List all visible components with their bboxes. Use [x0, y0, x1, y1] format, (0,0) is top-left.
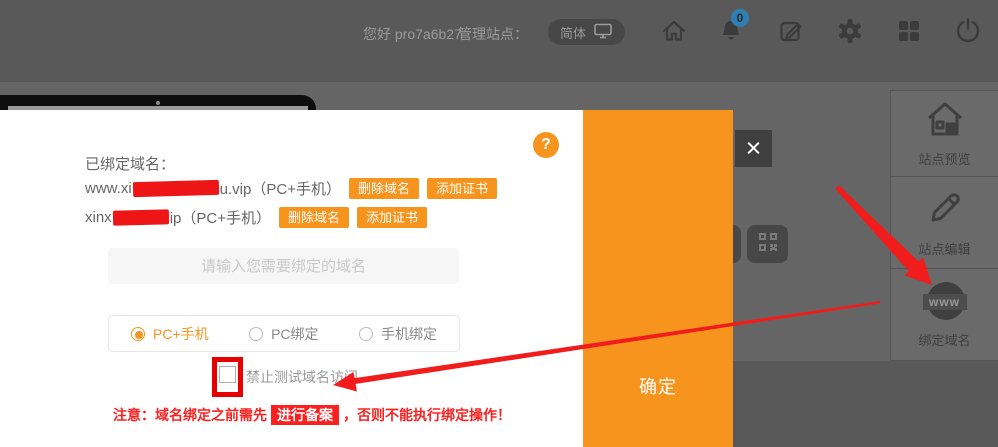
- domain-text-suffix: u.vip（PC+手机）: [220, 178, 341, 199]
- domain-text-prefix: www.xi: [85, 180, 132, 197]
- qr-code-icon: [758, 232, 778, 257]
- house-icon: [925, 100, 965, 143]
- domain-text-prefix: xinx: [85, 209, 112, 226]
- apps-grid-icon[interactable]: [895, 17, 923, 45]
- bound-domain-row: xinx ip（PC+手机） 删除域名 添加证书: [85, 207, 427, 228]
- power-logout-icon[interactable]: [954, 17, 982, 45]
- close-modal-button[interactable]: ×: [735, 130, 772, 167]
- sidebar-item-bind-domain[interactable]: www 绑定域名: [890, 269, 998, 361]
- language-switch-button[interactable]: 简体: [548, 19, 625, 45]
- note-text-after: ，否则不能执行绑定操作！: [343, 407, 511, 423]
- www-globe-icon: www: [923, 280, 967, 324]
- radio-mobile-bind[interactable]: 手机绑定: [359, 324, 437, 344]
- page: 您好 pro7a6b27 管理站点： 简体 0: [0, 0, 998, 447]
- sidebar-item-site-edit[interactable]: 站点编辑: [890, 177, 998, 269]
- notification-count-badge: 0: [731, 9, 749, 27]
- edit-icon[interactable]: [777, 17, 805, 45]
- radio-circle-icon: [249, 327, 263, 341]
- delete-domain-button[interactable]: 删除域名: [279, 207, 349, 228]
- note-text-before: 注意：域名绑定之前需先: [113, 407, 267, 423]
- radio-label: 手机绑定: [381, 324, 437, 344]
- close-icon: ×: [746, 135, 762, 162]
- sidebar-item-label: 绑定域名: [918, 330, 970, 349]
- background-lower-band: [733, 361, 998, 447]
- bind-mode-radio-group: PC+手机 PC绑定 手机绑定: [108, 315, 460, 352]
- domain-input[interactable]: [108, 248, 459, 284]
- pencil-icon: [925, 188, 965, 233]
- radio-label: PC+手机: [153, 324, 209, 344]
- right-sidebar: 站点预览 站点编辑 www 绑定域名: [890, 90, 998, 361]
- delete-domain-button[interactable]: 删除域名: [349, 178, 419, 199]
- settings-gear-icon[interactable]: [836, 17, 864, 45]
- bound-domains-label: 已绑定域名：: [85, 153, 175, 174]
- language-label: 简体: [560, 23, 586, 42]
- radio-pc-bind[interactable]: PC绑定: [249, 324, 318, 344]
- add-certificate-button[interactable]: 添加证书: [427, 178, 497, 199]
- forbid-test-domain-checkbox[interactable]: [219, 366, 236, 383]
- sidebar-item-site-preview[interactable]: 站点预览: [890, 90, 998, 177]
- icp-filing-note: 注意：域名绑定之前需先进行备案，否则不能执行绑定操作！: [113, 405, 511, 425]
- radio-label: PC绑定: [271, 324, 318, 344]
- sidebar-item-label: 站点预览: [918, 149, 970, 168]
- radio-pc-and-mobile[interactable]: PC+手机: [131, 324, 209, 344]
- forbid-test-domain-label: 禁止测试域名访问: [246, 367, 358, 387]
- help-icon[interactable]: ?: [533, 132, 559, 158]
- user-greeting: 您好 pro7a6b27: [363, 24, 462, 44]
- confirm-button[interactable]: 确定: [583, 110, 733, 447]
- bound-domain-row: www.xi u.vip（PC+手机） 删除域名 添加证书: [85, 178, 497, 199]
- manage-site-label: 管理站点：: [458, 24, 528, 44]
- confirm-label: 确定: [583, 373, 733, 399]
- radio-circle-icon: [131, 327, 145, 341]
- radio-circle-icon: [359, 327, 373, 341]
- monitor-icon: [593, 22, 613, 43]
- www-label: www: [923, 294, 967, 310]
- add-certificate-button[interactable]: 添加证书: [357, 207, 427, 228]
- icp-filing-link[interactable]: 进行备案: [271, 405, 339, 425]
- redaction-scribble: [113, 209, 169, 225]
- top-navigation-bar: 您好 pro7a6b27 管理站点： 简体 0: [0, 0, 998, 82]
- home-icon[interactable]: [660, 17, 688, 45]
- sidebar-item-label: 站点编辑: [918, 239, 970, 258]
- redaction-scribble: [132, 180, 218, 197]
- domain-text-suffix: ip（PC+手机）: [170, 207, 271, 228]
- tablet-camera-dot: [156, 101, 160, 105]
- qr-code-button[interactable]: [747, 225, 788, 263]
